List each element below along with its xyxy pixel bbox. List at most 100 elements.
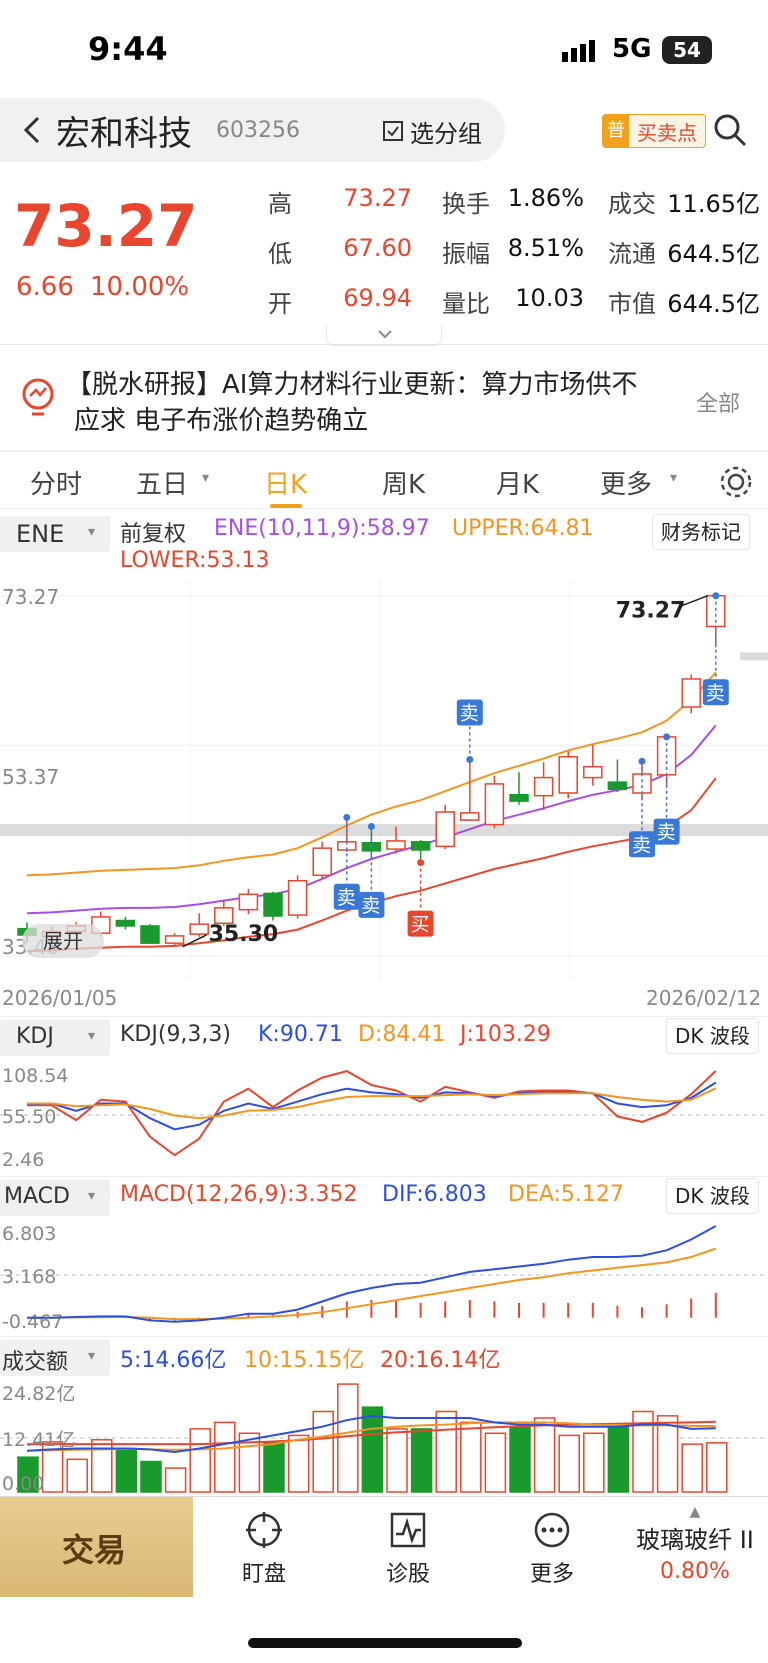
kdj-k: K:90.71: [258, 1022, 343, 1047]
candle: [115, 919, 136, 927]
more-dots-icon: [534, 1512, 570, 1548]
kdj-selector[interactable]: KDJ ▾: [0, 1020, 110, 1056]
y-axis-label: 0.00: [2, 1473, 44, 1495]
y-axis-label: 108.54: [2, 1065, 68, 1087]
macd-name: MACD: [4, 1184, 70, 1209]
tab-5[interactable]: 更多: [600, 464, 652, 501]
candle: [386, 840, 406, 850]
ene-value: ENE(10,11,9):58.97: [214, 516, 430, 541]
more-button[interactable]: 更多: [502, 1510, 602, 1588]
tab-3[interactable]: 周K: [382, 464, 425, 501]
y-axis-label: 53.37: [2, 765, 59, 789]
tab-4[interactable]: 月K: [496, 464, 539, 501]
target-icon: [246, 1512, 282, 1548]
sector-pct: 0.80%: [660, 1559, 730, 1584]
dropdown-arrow-icon: ▾: [88, 1028, 96, 1044]
tab-0[interactable]: 分时: [30, 464, 82, 501]
volume-ma5: 5:14.66亿: [120, 1348, 227, 1373]
adjust-mode[interactable]: 前复权: [120, 516, 186, 548]
news-all-link[interactable]: 全部: [696, 386, 740, 418]
upper-value: UPPER:64.81: [452, 516, 594, 541]
kdj-j: J:103.29: [460, 1022, 551, 1047]
low-price-label: 35.30: [209, 922, 279, 947]
watch-label: 盯盘: [241, 1562, 286, 1587]
expand-quote-toggle[interactable]: [326, 326, 442, 346]
candle: [509, 794, 529, 802]
volume-bar: [558, 1434, 580, 1493]
settings-gear-icon[interactable]: [716, 462, 756, 502]
date-end: 2026/02/12: [646, 986, 762, 1010]
macd-params: MACD(12,26,9):3.352: [120, 1182, 358, 1207]
candle: [607, 781, 628, 791]
trade-label: 交易: [62, 1531, 127, 1569]
volume-name: 成交额: [2, 1350, 69, 1375]
marker-dot: [367, 822, 375, 830]
tab-1[interactable]: 五日: [136, 464, 188, 501]
quote-value: 11.65亿: [667, 190, 760, 218]
diagnose-button[interactable]: 诊股: [358, 1510, 458, 1588]
marker-dot: [663, 733, 671, 741]
sell-marker-label: 卖: [706, 682, 725, 704]
low-pointer: [182, 934, 207, 948]
search-icon[interactable]: [712, 112, 748, 148]
candle: [312, 847, 332, 877]
volume-bar: [386, 1428, 408, 1493]
marker-dot: [712, 592, 720, 600]
volume-bar: [287, 1434, 310, 1493]
back-icon[interactable]: [14, 112, 50, 148]
macd-dk-badge[interactable]: DK 波段: [666, 1178, 759, 1214]
candle: [533, 776, 554, 797]
divider: [0, 1016, 768, 1017]
divider: [0, 1176, 768, 1177]
sector-button[interactable]: ▲ 玻璃玻纤 II 0.80%: [622, 1504, 768, 1594]
expand-pill[interactable]: 展开: [22, 924, 104, 958]
select-group-button[interactable]: 选分组: [382, 114, 482, 148]
quote-label: 市值: [608, 290, 656, 318]
macd-selector[interactable]: MACD ▾: [0, 1180, 110, 1216]
buysell-button[interactable]: 普 买卖点: [602, 114, 706, 148]
chevron-down-icon: [378, 330, 392, 339]
kline-chart[interactable]: 73.2753.3733.4873.2735.30卖卖买卖卖卖卖: [0, 580, 768, 980]
macd-dif: DIF:6.803: [382, 1182, 487, 1207]
candle: [287, 879, 308, 916]
volume-selector[interactable]: 成交额 ▾: [0, 1340, 110, 1376]
quote-label: 开: [268, 290, 292, 318]
kdj-dk-badge[interactable]: DK 波段: [666, 1018, 759, 1054]
dropdown-arrow-icon: ▾: [670, 470, 678, 486]
candle: [140, 925, 160, 944]
volume-ma10: 10:15.15亿: [244, 1348, 365, 1373]
divider: [0, 508, 768, 509]
trade-button[interactable]: 交易: [0, 1497, 193, 1597]
volume-bar: [656, 1415, 679, 1493]
divider: [0, 450, 768, 452]
diagnose-label: 诊股: [385, 1562, 430, 1587]
divider: [0, 1336, 768, 1337]
candle: [460, 812, 480, 821]
select-group-label: 选分组: [410, 119, 482, 148]
tab-2[interactable]: 日K: [264, 464, 307, 501]
watch-button[interactable]: 盯盘: [214, 1510, 314, 1588]
volume-bar: [681, 1443, 703, 1493]
expand-label: 展开: [43, 929, 83, 953]
volume-bar: [533, 1417, 556, 1493]
news-banner[interactable]: 【脱水研报】AI算力材料行业更新：算力市场供不 应求 电子布涨价趋势确立 全部: [0, 350, 768, 450]
indicator-selector[interactable]: ENE ▾: [0, 516, 110, 552]
candle: [484, 783, 505, 826]
volume-bar: [460, 1421, 482, 1493]
y-axis-label: 3.168: [2, 1266, 56, 1288]
current-price: 73.27: [14, 192, 198, 260]
volume-bar: [140, 1460, 162, 1493]
marker-dot: [417, 859, 425, 867]
signal-icon: [562, 40, 602, 64]
kdj-j-line: [27, 1070, 717, 1157]
pulse-chart-icon: [390, 1512, 426, 1548]
support-band: [740, 652, 768, 661]
status-time: 9:44: [88, 30, 168, 68]
quote-label: 高: [268, 190, 292, 218]
volume-bar: [583, 1432, 605, 1493]
volume-ma20: 20:16.14亿: [380, 1348, 501, 1373]
buy-marker-label: 买: [411, 914, 430, 936]
candle: [410, 841, 431, 851]
volume-chart: 24.82亿 12.41亿 0.00: [0, 1383, 768, 1495]
finance-marks-button[interactable]: 财务标记: [652, 514, 750, 550]
